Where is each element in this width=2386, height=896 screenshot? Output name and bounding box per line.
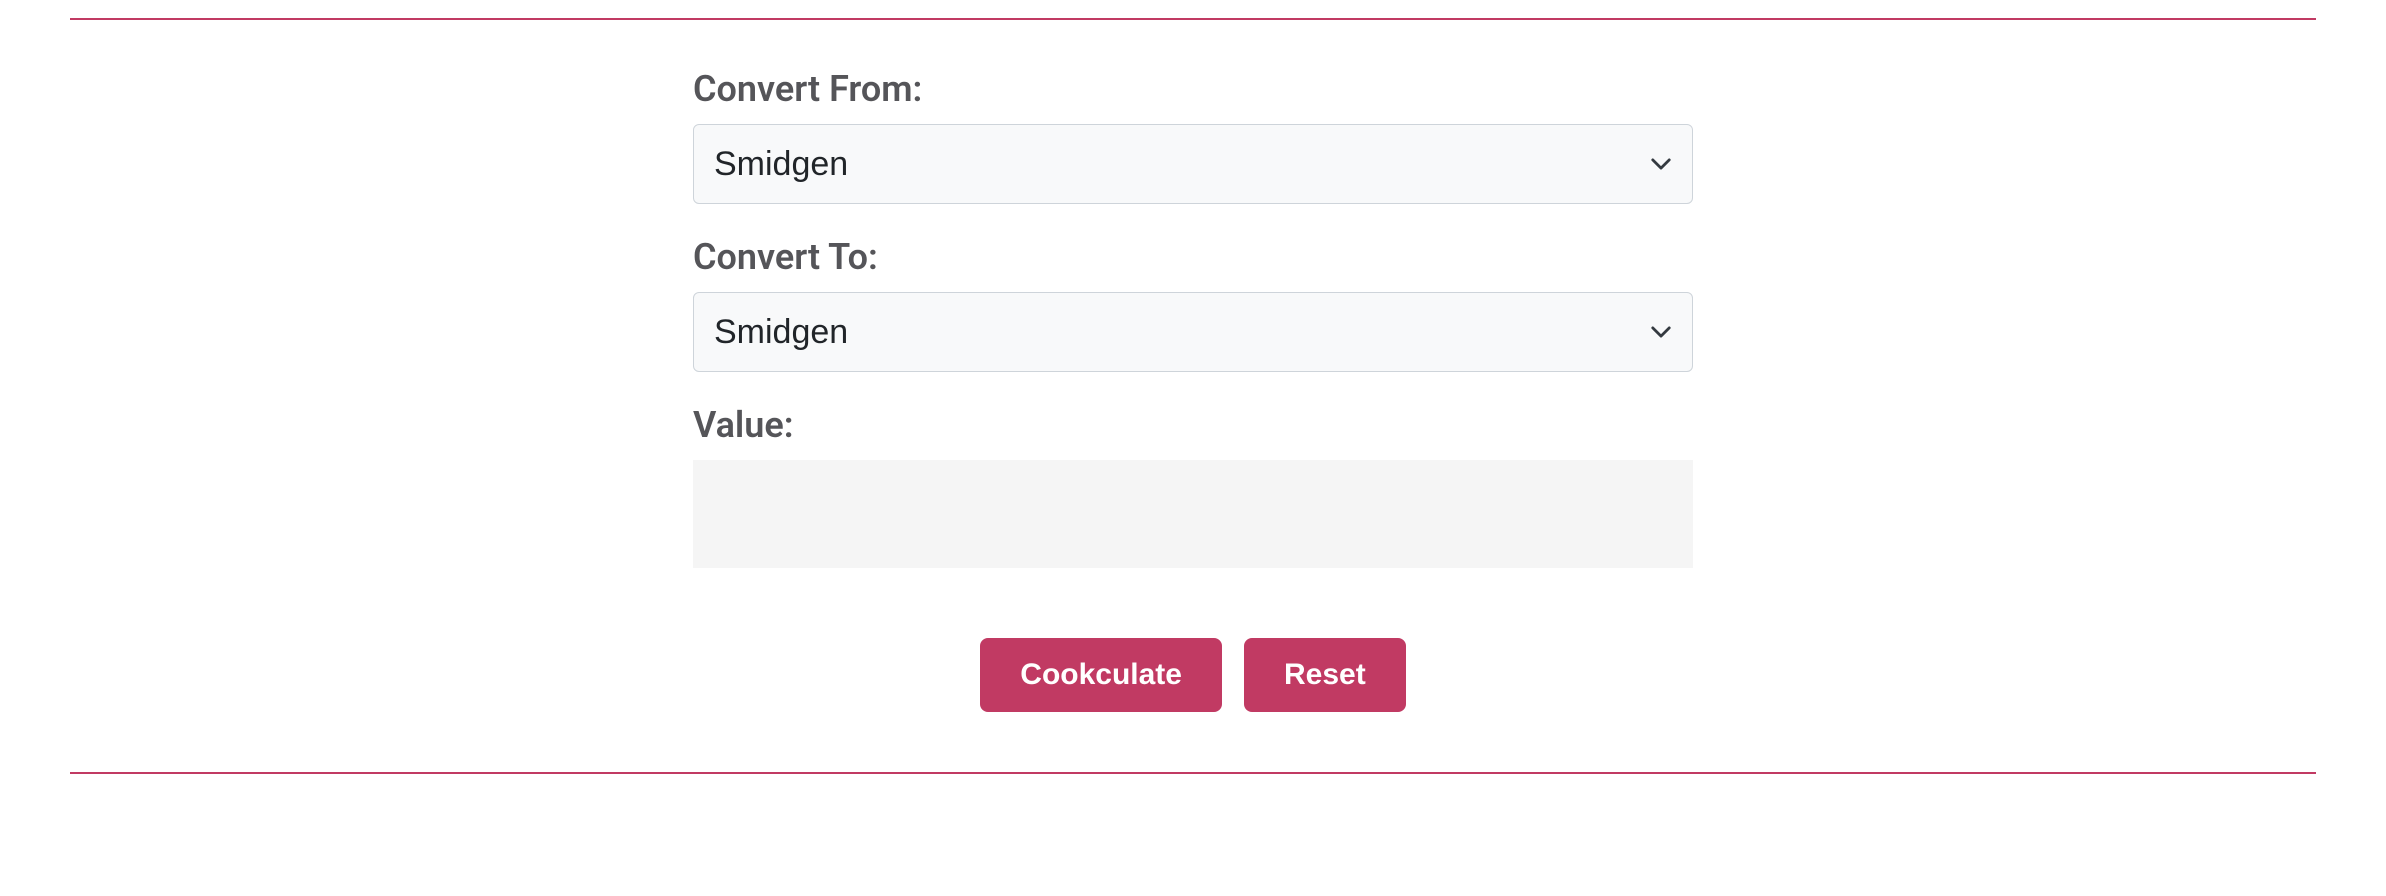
convert-from-select[interactable]: Smidgen bbox=[693, 124, 1693, 204]
calculate-button[interactable]: Cookculate bbox=[980, 638, 1222, 712]
convert-from-group: Convert From: Smidgen bbox=[693, 68, 1693, 204]
value-input[interactable] bbox=[693, 460, 1693, 568]
reset-button[interactable]: Reset bbox=[1244, 638, 1406, 712]
button-row: Cookculate Reset bbox=[693, 638, 1693, 712]
convert-to-label: Convert To: bbox=[693, 236, 1693, 278]
bottom-divider bbox=[70, 772, 2316, 774]
convert-to-group: Convert To: Smidgen bbox=[693, 236, 1693, 372]
convert-from-label: Convert From: bbox=[693, 68, 1693, 110]
value-label: Value: bbox=[693, 404, 1693, 446]
value-group: Value: bbox=[693, 404, 1693, 568]
converter-form: Convert From: Smidgen Convert To: Smidge… bbox=[693, 20, 1693, 712]
convert-to-select[interactable]: Smidgen bbox=[693, 292, 1693, 372]
